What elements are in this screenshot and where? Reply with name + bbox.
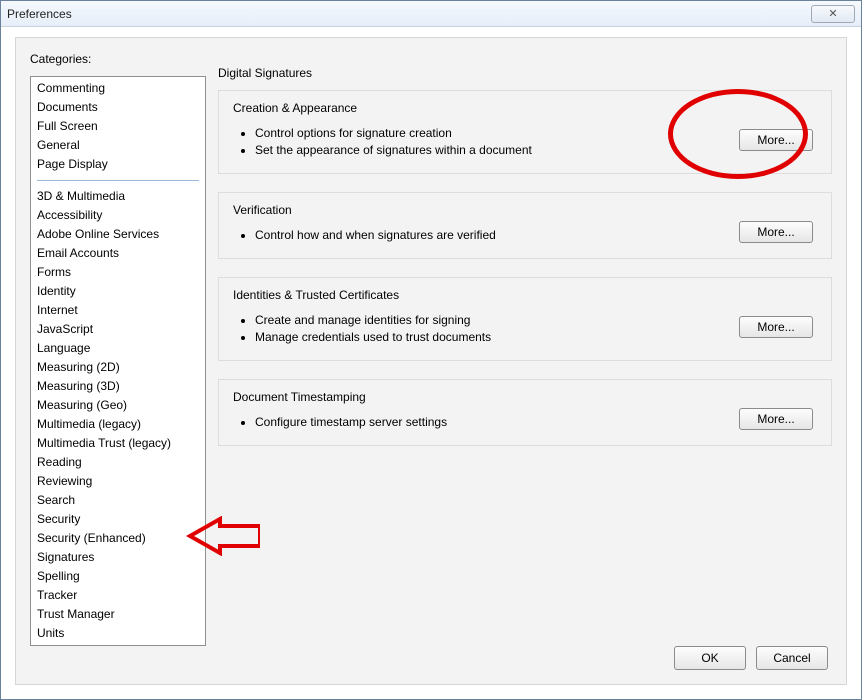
group-title-timestamping: Document Timestamping [233, 390, 817, 404]
category-item[interactable]: Multimedia Trust (legacy) [31, 434, 205, 453]
category-item[interactable]: General [31, 136, 205, 155]
verification-bullet-1: Control how and when signatures are veri… [255, 227, 817, 244]
timestamp-more-button[interactable]: More... [739, 408, 813, 430]
category-item[interactable]: Full Screen [31, 117, 205, 136]
category-item[interactable]: Multimedia (legacy) [31, 415, 205, 434]
category-item[interactable]: 3D & Multimedia [31, 187, 205, 206]
category-item[interactable]: Tracker [31, 586, 205, 605]
identities-more-button[interactable]: More... [739, 316, 813, 338]
category-item[interactable]: Spelling [31, 567, 205, 586]
verification-more-button[interactable]: More... [739, 221, 813, 243]
categories-label: Categories: [30, 52, 828, 66]
pane-title: Digital Signatures [218, 66, 832, 80]
group-title-identities: Identities & Trusted Certificates [233, 288, 817, 302]
category-item[interactable]: JavaScript [31, 320, 205, 339]
category-item[interactable]: Search [31, 491, 205, 510]
category-item[interactable]: Security (Enhanced) [31, 529, 205, 548]
creation-bullet-1: Control options for signature creation [255, 125, 817, 142]
category-item[interactable]: Trust Manager [31, 605, 205, 624]
close-icon: ✕ [828, 7, 837, 20]
group-creation-appearance: Creation & Appearance Control options fo… [218, 90, 832, 174]
category-item[interactable]: Reading [31, 453, 205, 472]
category-item[interactable]: Language [31, 339, 205, 358]
window-title: Preferences [7, 7, 72, 21]
category-item-signatures[interactable]: Signatures [31, 548, 205, 567]
preferences-window: Preferences ✕ Categories: CommentingDocu… [0, 0, 862, 700]
content-area: Categories: CommentingDocumentsFull Scre… [15, 37, 847, 685]
categories-divider [37, 180, 199, 181]
right-pane: Digital Signatures Creation & Appearance… [218, 66, 832, 632]
category-item[interactable]: Measuring (3D) [31, 377, 205, 396]
category-item[interactable]: Internet [31, 301, 205, 320]
category-item[interactable]: Commenting [31, 79, 205, 98]
group-timestamping: Document Timestamping Configure timestam… [218, 379, 832, 446]
category-item[interactable]: Forms [31, 263, 205, 282]
group-identities: Identities & Trusted Certificates Create… [218, 277, 832, 361]
category-item[interactable]: Page Display [31, 155, 205, 174]
identities-bullet-2: Manage credentials used to trust documen… [255, 329, 817, 346]
category-item[interactable]: Documents [31, 98, 205, 117]
category-item[interactable]: Security [31, 510, 205, 529]
dialog-footer: OK Cancel [674, 646, 828, 670]
category-item[interactable]: Identity [31, 282, 205, 301]
cancel-button[interactable]: Cancel [756, 646, 828, 670]
category-item[interactable]: Units [31, 624, 205, 643]
group-title-creation: Creation & Appearance [233, 101, 817, 115]
group-title-verification: Verification [233, 203, 817, 217]
creation-bullet-2: Set the appearance of signatures within … [255, 142, 817, 159]
group-verification: Verification Control how and when signat… [218, 192, 832, 259]
category-item[interactable]: Reviewing [31, 472, 205, 491]
category-item[interactable]: Adobe Online Services [31, 225, 205, 244]
categories-listbox[interactable]: CommentingDocumentsFull ScreenGeneralPag… [30, 76, 206, 646]
category-item[interactable]: Accessibility [31, 206, 205, 225]
creation-more-button[interactable]: More... [739, 129, 813, 151]
category-item[interactable]: Measuring (Geo) [31, 396, 205, 415]
timestamp-bullet-1: Configure timestamp server settings [255, 414, 817, 431]
ok-button[interactable]: OK [674, 646, 746, 670]
category-item[interactable]: Measuring (2D) [31, 358, 205, 377]
titlebar: Preferences ✕ [1, 1, 861, 27]
window-close-button[interactable]: ✕ [811, 5, 855, 23]
category-item[interactable]: Email Accounts [31, 244, 205, 263]
identities-bullet-1: Create and manage identities for signing [255, 312, 817, 329]
